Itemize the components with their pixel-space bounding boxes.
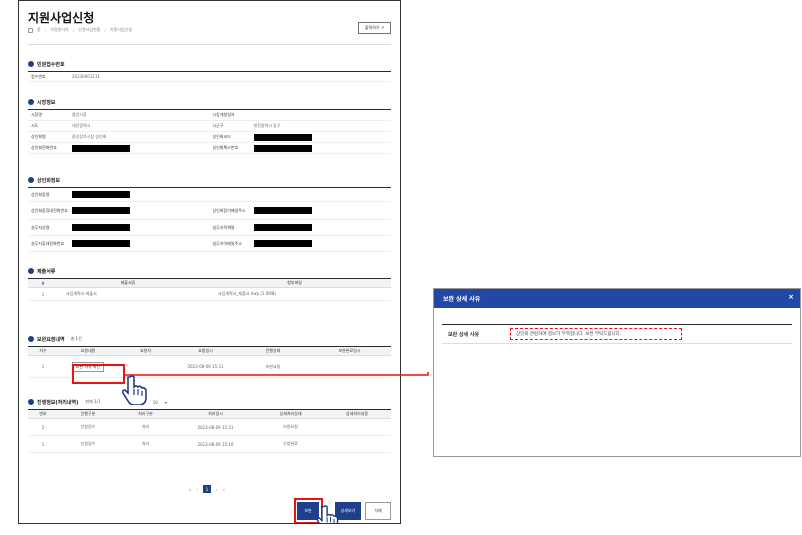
popup-title: 보완 상세 사유 [443,296,481,303]
close-icon[interactable]: × [788,293,794,301]
reason-text: 상인회 관련하여 정보가 부족합니다. 보완 부탁드립니다. [510,328,682,340]
reason-popup: 보완 상세 사유 × 보완 상세 사유 상인회 관련하여 정보가 부족합니다. … [433,288,801,457]
popup-row: 보완 상세 사유 상인회 관련하여 정보가 부족합니다. 보완 부탁드립니다. [442,325,792,344]
field-label: 보완 상세 사유 [448,331,480,338]
popup-header: 보완 상세 사유 × [434,289,800,308]
